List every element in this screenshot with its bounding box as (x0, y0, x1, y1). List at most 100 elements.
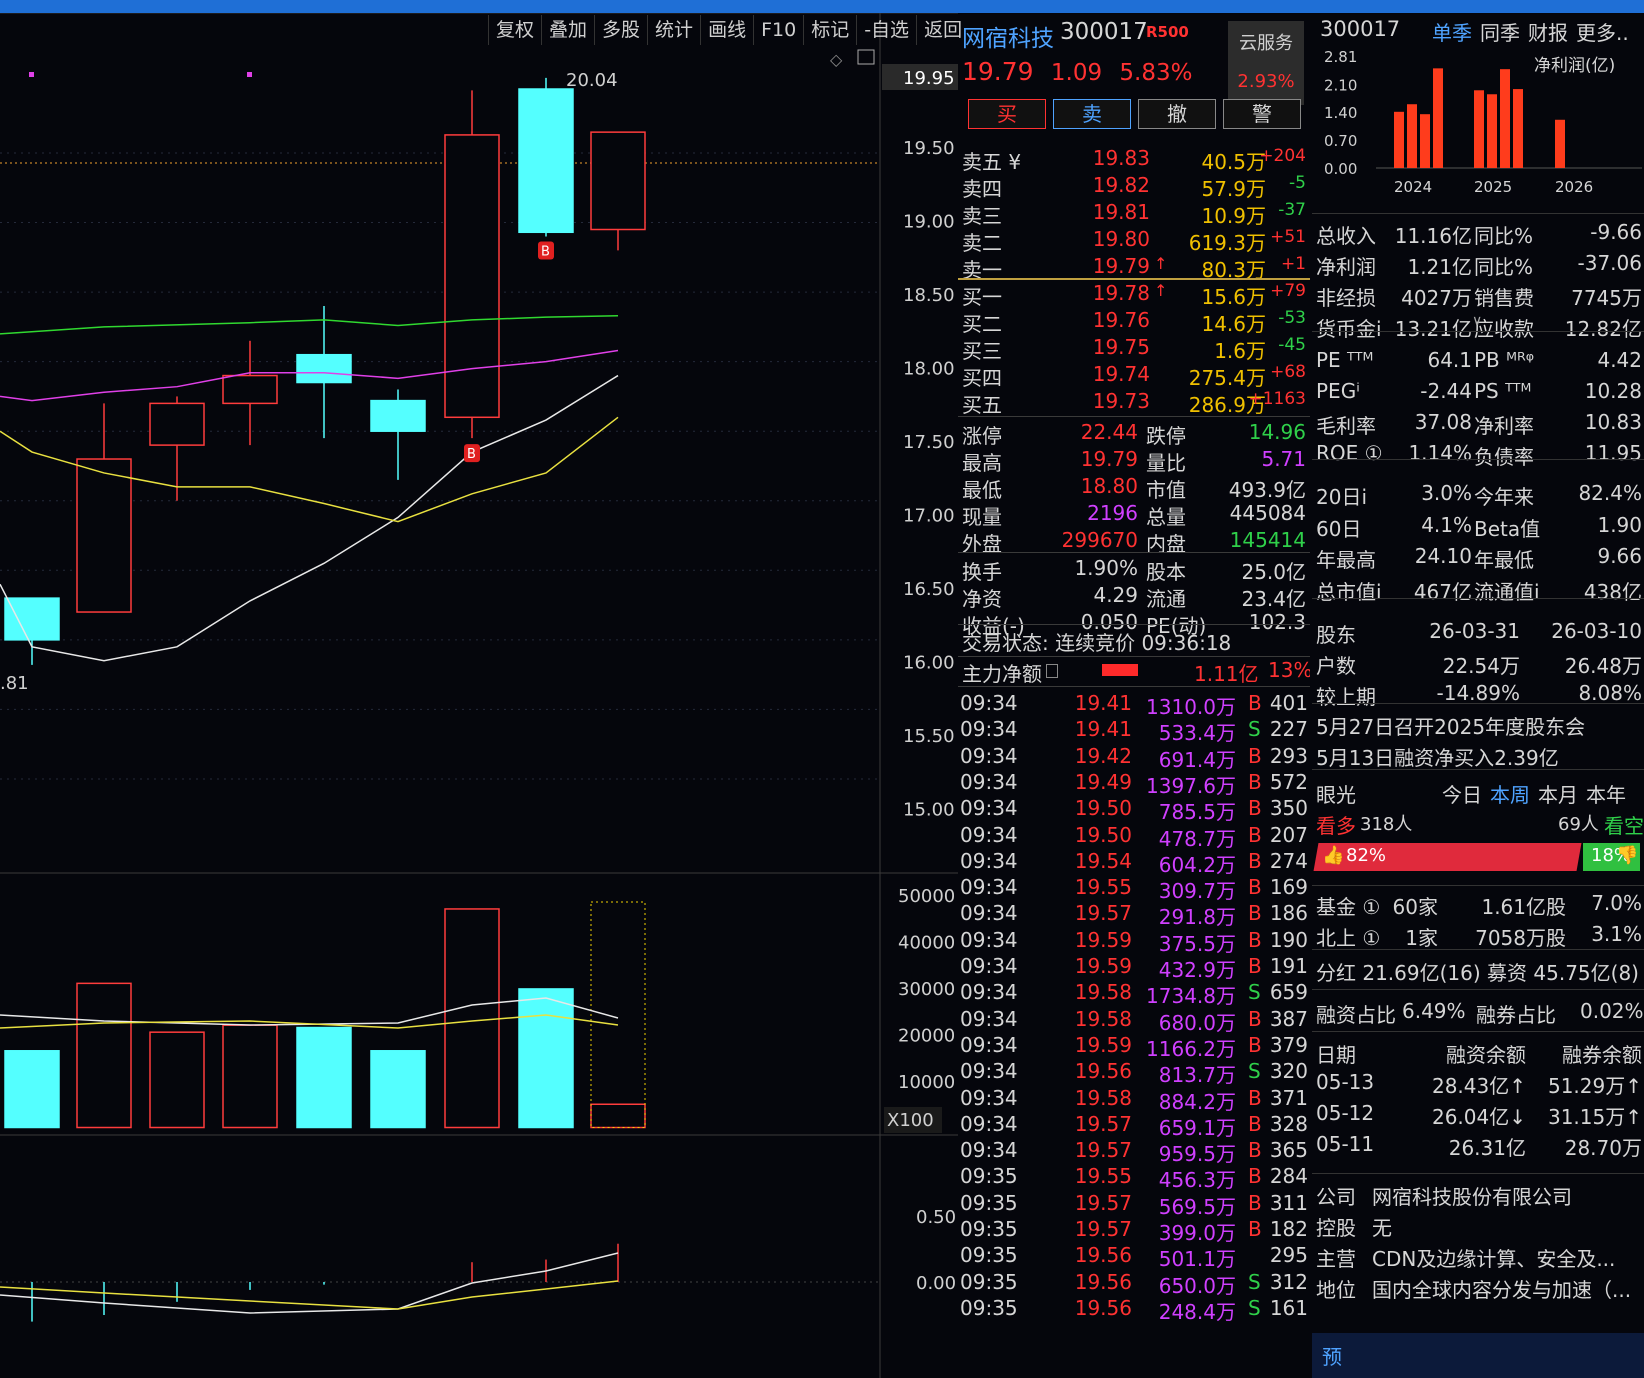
price-axis-label: 19.00 (903, 212, 955, 233)
order-book-row[interactable]: 卖二 19.80 619.3万 +51 (958, 227, 1310, 255)
toolbar-button-1[interactable]: 叠加 (541, 15, 594, 45)
tick-row[interactable]: 09:35 19.56 501.1万 295 (958, 1243, 1310, 1271)
cancel-button[interactable]: 撤 (1138, 99, 1216, 129)
candle-body[interactable] (370, 399, 426, 432)
stat-value: 2196 (1087, 501, 1138, 525)
tick-row[interactable]: 09:34 19.58 884.2万 B 371 (958, 1086, 1310, 1114)
order-book-row[interactable]: 买一 19.78 ↑ 15.6万 +79 (958, 281, 1310, 309)
tick-price: 19.56 (1074, 1243, 1132, 1268)
tick-row[interactable]: 09:34 19.41 533.4万 S 227 (958, 717, 1310, 746)
tick-row[interactable]: 09:34 19.49 1397.6万 B 572 (958, 770, 1310, 798)
fin-tab-1[interactable]: 同季 (1480, 21, 1520, 45)
tick-row[interactable]: 09:34 19.56 813.7万 S 320 (958, 1059, 1310, 1087)
tick-row[interactable]: 09:35 19.57 399.0万 B 182 (958, 1217, 1310, 1245)
net-profit-chart: 2.81 2.10 1.40 0.70 0.00 净利润(亿) 2024 2025 2026 (1324, 48, 1642, 196)
tick-row[interactable]: 09:34 19.59 375.5万 B 190 (958, 928, 1310, 956)
tick-volume: 432.9万 (1158, 958, 1236, 982)
news-item[interactable]: 5月13日融资净买入2.39亿 (1316, 742, 1642, 770)
tick-row[interactable]: 09:34 19.55 309.7万 B 169 (958, 875, 1310, 903)
tick-row[interactable]: 09:34 19.59 432.9万 B 191 (958, 954, 1310, 982)
fin-value: 3.0% (1421, 481, 1472, 505)
tick-side: S (1248, 1269, 1261, 1294)
fin-tab-2[interactable]: 财报 (1528, 21, 1568, 45)
fin-y-tick: 0.70 (1324, 132, 1357, 150)
candle-body[interactable] (590, 131, 646, 231)
tick-row[interactable]: 09:34 19.57 659.1万 B 328 (958, 1111, 1310, 1140)
order-book-row[interactable]: 卖三 19.81 10.9万 -37 (958, 200, 1310, 228)
stock-name[interactable]: 网宿科技 (962, 19, 1054, 53)
fin-row: PEGⁱ -2.44 PS ᵀᵀᴹ 10.28 (1316, 379, 1642, 407)
tick-volume: 650.0万 (1158, 1273, 1236, 1298)
volume-unit: X100 (887, 1110, 934, 1131)
holder-row: 户数 22.54万 26.48万 (1316, 650, 1642, 678)
bottom-tag[interactable]: 预 (1322, 1341, 1342, 1370)
tick-row[interactable]: 09:35 19.57 569.5万 B 311 (958, 1191, 1310, 1219)
sentiment-tab-2[interactable]: 本月 (1538, 779, 1584, 807)
toolbar-button-4[interactable]: 画线 (700, 15, 753, 45)
tick-row[interactable]: 09:34 19.58 680.0万 B 387 (958, 1006, 1310, 1035)
tick-row[interactable]: 09:35 19.56 248.4万 S 161 (958, 1296, 1310, 1324)
tick-count: 387 (1269, 1006, 1308, 1031)
order-book-row[interactable]: 买四 19.74 275.4万 +68 (958, 362, 1310, 390)
tick-volume: 1310.0万 (1146, 695, 1236, 719)
candle-body[interactable] (222, 374, 278, 405)
tick-row[interactable]: 09:34 19.41 1310.0万 B 401 (958, 691, 1310, 719)
fin-label: 净利润 (1316, 255, 1376, 279)
list-icon[interactable] (1046, 664, 1058, 678)
panel-toggle-icon[interactable] (857, 49, 875, 65)
tick-row[interactable]: 09:34 19.42 691.4万 B 293 (958, 744, 1310, 772)
fin-label: PEGⁱ (1316, 379, 1360, 403)
tick-row[interactable]: 09:34 19.50 478.7万 B 207 (958, 823, 1310, 851)
order-book-row[interactable]: 买二 19.76 14.6万 -53 (958, 308, 1310, 336)
tick-row[interactable]: 09:34 19.50 785.5万 B 350 (958, 796, 1310, 824)
toolbar-button-0[interactable]: 复权 (488, 15, 541, 45)
alert-button[interactable]: 警 (1223, 99, 1301, 129)
chevron-down-icon[interactable]: ∨ (1472, 313, 1482, 329)
stat-value: 445084 (1229, 501, 1306, 525)
toolbar-button-3[interactable]: 统计 (647, 15, 700, 45)
order-change: -5 (1289, 173, 1306, 193)
candle-body[interactable] (76, 458, 132, 613)
fin-chart-title: 净利润(亿) (1534, 56, 1615, 76)
toolbar-button-6[interactable]: 标记 (803, 15, 856, 45)
candle-body[interactable] (444, 134, 500, 419)
fin-bar (1407, 104, 1417, 168)
sentiment-tab-0[interactable]: 今日 (1442, 779, 1488, 807)
tick-volume: 691.4万 (1158, 747, 1236, 772)
candle-body[interactable] (296, 353, 352, 384)
fin-bar (1474, 90, 1484, 168)
kline-chart[interactable]: 19.95 19.50 19.00 18.50 18.00 17.50 17.00 16.50… (0, 13, 958, 1378)
order-book-row[interactable]: 卖五 ¥19.83 40.5万 +204 (958, 146, 1310, 174)
news-item[interactable]: 5月27日召开2025年度股东会 (1316, 711, 1642, 739)
sector-box[interactable]: 云服务 2.93% (1228, 21, 1304, 105)
tick-time: 09:34 (960, 1111, 1018, 1136)
diamond-icon[interactable]: ◇ (830, 50, 843, 69)
tick-row[interactable]: 09:34 19.57 959.5万 B 365 (958, 1138, 1310, 1166)
tick-volume: 1397.6万 (1146, 773, 1236, 798)
tick-row[interactable]: 09:34 19.57 291.8万 B 186 (958, 901, 1310, 929)
buy-button[interactable]: 买 (968, 99, 1046, 129)
fin-tab-0[interactable]: 单季 (1432, 21, 1472, 45)
fin-tab-3[interactable]: 更多.. (1576, 21, 1629, 45)
tick-row[interactable]: 09:34 19.54 604.2万 B 274 (958, 849, 1310, 877)
order-book-row[interactable]: 买五 19.73 286.9万 +1163 (958, 389, 1310, 417)
order-book-row[interactable]: 卖四 19.82 57.9万 -5 (958, 173, 1310, 201)
order-book-row[interactable]: 买三 19.75 1.6万 -45 (958, 335, 1310, 363)
candle-body[interactable] (518, 88, 574, 234)
sentiment-tab-1[interactable]: 本周 (1490, 779, 1536, 807)
tick-row[interactable]: 09:35 19.55 456.3万 B 284 (958, 1164, 1310, 1192)
order-book-row[interactable]: 卖一 19.79 ↑ 80.3万 +1 (958, 254, 1310, 282)
toolbar-button-5[interactable]: F10 (753, 15, 803, 45)
candle-body[interactable] (149, 402, 205, 446)
sentiment-tab-3[interactable]: 本年 (1586, 779, 1632, 807)
toolbar-button-7[interactable]: -自选 (856, 15, 916, 45)
tick-row[interactable]: 09:34 19.58 1734.8万 S 659 (958, 980, 1310, 1008)
toolbar-button-2[interactable]: 多股 (594, 15, 647, 45)
tick-price: 19.50 (1074, 796, 1132, 821)
tick-row[interactable]: 09:34 19.59 1166.2万 B 379 (958, 1033, 1310, 1061)
fin-value: 11.16亿 (1394, 224, 1472, 248)
sell-button[interactable]: 卖 (1053, 99, 1131, 129)
tick-volume: 533.4万 (1158, 721, 1236, 746)
candle-body[interactable] (4, 597, 60, 641)
tick-row[interactable]: 09:35 19.56 650.0万 S 312 (958, 1269, 1310, 1298)
